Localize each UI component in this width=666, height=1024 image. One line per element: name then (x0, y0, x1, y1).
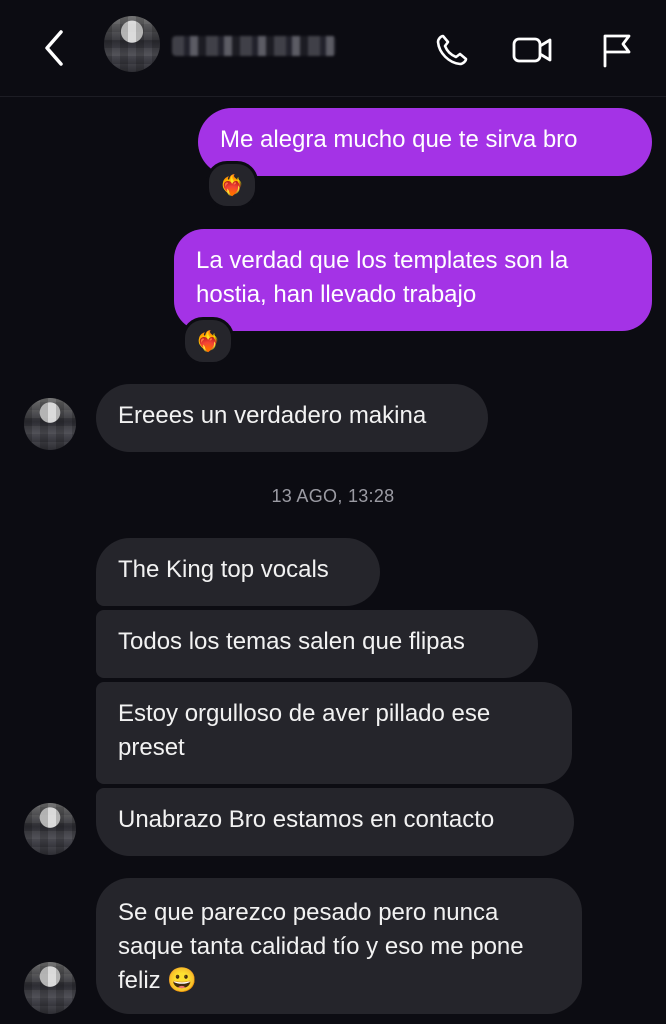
incoming-message[interactable]: Estoy orgulloso de aver pillado ese pres… (96, 682, 572, 784)
reaction-badge[interactable]: ❤️‍🔥 (206, 161, 258, 209)
sender-avatar[interactable] (24, 962, 76, 1014)
video-call-button[interactable] (510, 28, 554, 72)
chevron-left-icon (45, 30, 63, 66)
reaction-badge[interactable]: ❤️‍🔥 (182, 317, 234, 365)
video-icon (512, 37, 552, 63)
flag-icon (603, 34, 631, 68)
incoming-message[interactable]: The King top vocals (96, 538, 380, 606)
outgoing-message[interactable]: La verdad que los templates son la hosti… (174, 229, 652, 331)
incoming-message[interactable]: Todos los temas salen que flipas (96, 610, 538, 678)
chat-header (0, 0, 666, 97)
report-button[interactable] (595, 28, 639, 72)
phone-call-button[interactable] (430, 28, 474, 72)
incoming-message[interactable]: Se que parezco pesado pero nunca saque t… (96, 878, 582, 1014)
contact-username[interactable] (172, 36, 336, 56)
timestamp: 13 AGO, 13:28 (271, 486, 395, 506)
incoming-message[interactable]: Unabrazo Bro estamos en contacto (96, 788, 574, 856)
sender-avatar[interactable] (24, 803, 76, 855)
incoming-message[interactable]: Ereees un verdadero makina (96, 384, 488, 452)
contact-avatar[interactable] (104, 16, 160, 72)
sender-avatar[interactable] (24, 398, 76, 450)
outgoing-message[interactable]: Me alegra mucho que te sirva bro (198, 108, 652, 176)
phone-icon (436, 34, 468, 66)
back-button[interactable] (34, 28, 74, 68)
